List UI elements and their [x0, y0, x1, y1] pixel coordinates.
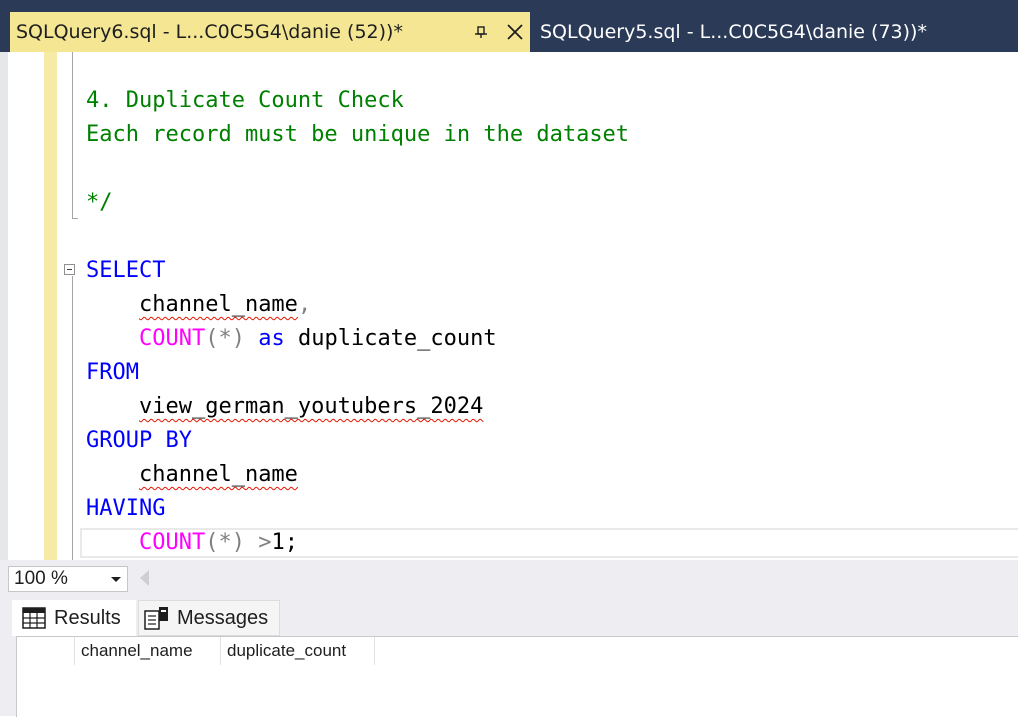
- tab-results[interactable]: Results: [12, 600, 136, 636]
- function-count: COUNT: [138, 326, 206, 351]
- outline-guide-end: [72, 218, 78, 219]
- star: *: [218, 326, 232, 351]
- query-editor[interactable]: 4. Duplicate Count Check Each record mus…: [0, 52, 1018, 560]
- star: *: [218, 530, 232, 555]
- keyword-as: as: [258, 326, 285, 351]
- paren-open: (: [205, 326, 219, 351]
- outline-guide: [72, 276, 73, 560]
- keyword-group-by: GROUP BY: [86, 428, 192, 453]
- column-identifier: channel_name: [138, 292, 298, 317]
- code-line: HAVING: [86, 492, 165, 526]
- document-tab-strip: SQLQuery6.sql - L...C0C5G4\danie (52))* …: [0, 0, 1018, 52]
- function-count: COUNT: [138, 530, 206, 555]
- tab-sqlquery6[interactable]: SQLQuery6.sql - L...C0C5G4\danie (52))*: [10, 12, 530, 52]
- collapse-toggle-icon[interactable]: [64, 264, 75, 275]
- table-identifier: view_german_youtubers_2024: [138, 394, 484, 419]
- close-icon[interactable]: [500, 18, 530, 46]
- code-line: 4. Duplicate Count Check: [86, 84, 404, 118]
- code-line: FROM: [86, 356, 139, 390]
- results-pane: Results Messages channel_name duplicate_…: [0, 596, 1018, 717]
- comment-text: Each record must be unique in the datase…: [86, 122, 630, 147]
- tab-sqlquery5[interactable]: SQLQuery5.sql - L...C0C5G4\danie (73))*: [532, 12, 1018, 52]
- zoom-level-value: 100 %: [14, 568, 68, 589]
- operator-gt: >: [258, 530, 272, 555]
- paren-open: (: [205, 530, 219, 555]
- code-line: COUNT(*) as duplicate_count: [86, 322, 497, 356]
- selection-margin[interactable]: [8, 52, 44, 560]
- zoom-level-dropdown[interactable]: 100 %: [8, 566, 128, 592]
- code-line: */: [86, 186, 113, 220]
- results-grid[interactable]: channel_name duplicate_count: [16, 636, 1018, 717]
- grid-icon: [22, 607, 46, 629]
- code-line: channel_name,: [86, 288, 311, 322]
- keyword-from: FROM: [86, 360, 139, 385]
- comment-close: */: [86, 190, 113, 215]
- code-line: GROUP BY: [86, 424, 192, 458]
- code-line: SELECT: [86, 254, 165, 288]
- paren-close: ): [231, 326, 245, 351]
- chevron-down-icon[interactable]: [111, 577, 121, 582]
- pin-icon[interactable]: [468, 20, 494, 44]
- semicolon: ;: [284, 530, 298, 555]
- code-line: channel_name: [86, 458, 298, 492]
- tab-messages-label: Messages: [177, 606, 269, 629]
- scroll-left-arrow-icon[interactable]: [140, 570, 149, 586]
- column-header[interactable]: channel_name: [75, 637, 221, 665]
- row-number-header[interactable]: [17, 637, 75, 665]
- editor-zoom-bar: 100 %: [0, 560, 1018, 596]
- code-line: COUNT(*) >1;: [86, 526, 298, 560]
- editor-left-margin: [0, 52, 8, 560]
- tab-results-label: Results: [54, 606, 121, 629]
- keyword-select: SELECT: [86, 258, 166, 283]
- number-literal: 1: [271, 530, 285, 555]
- results-grid-header: channel_name duplicate_count: [17, 637, 375, 665]
- keyword-having: HAVING: [86, 496, 166, 521]
- comment-text: 4. Duplicate Count Check: [86, 88, 404, 113]
- column-header[interactable]: duplicate_count: [221, 637, 375, 665]
- tab-title: SQLQuery6.sql - L...C0C5G4\danie (52))*: [16, 21, 403, 43]
- tab-title: SQLQuery5.sql - L...C0C5G4\danie (73))*: [540, 21, 927, 43]
- paren-close: ): [231, 530, 245, 555]
- outline-guide: [72, 52, 73, 218]
- column-identifier: channel_name: [138, 462, 298, 487]
- code-line: Each record must be unique in the datase…: [86, 118, 629, 152]
- messages-icon: [143, 605, 171, 631]
- code-line: view_german_youtubers_2024: [86, 390, 483, 424]
- alias-identifier: duplicate_count: [297, 326, 497, 351]
- comma: ,: [297, 292, 312, 317]
- change-tracking-bar: [44, 52, 57, 560]
- tab-messages[interactable]: Messages: [138, 600, 280, 636]
